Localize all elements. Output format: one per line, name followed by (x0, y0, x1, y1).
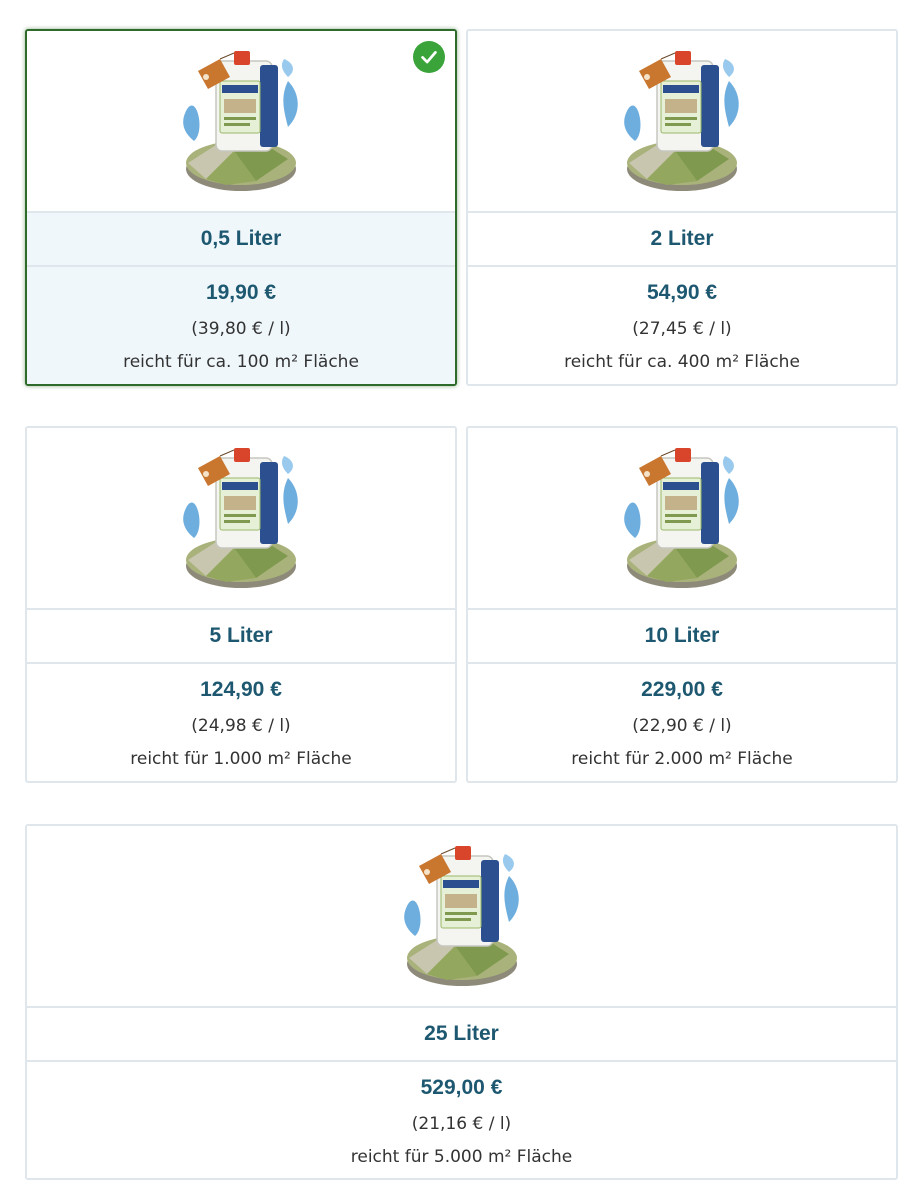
option-coverage: reicht für 5.000 m² Fläche (350, 1147, 573, 1167)
option-price: 529,00 € (420, 1076, 503, 1099)
product-image (617, 41, 747, 201)
option-card-0-5-liter[interactable]: 0,5 Liter 19,90 € (39,80 € / l) reicht f… (25, 29, 457, 386)
product-image (176, 438, 306, 598)
price-area: 229,00 € (22,90 € / l) reicht für 2.000 … (468, 664, 896, 781)
option-unit-price: (27,45 € / l) (632, 319, 732, 339)
check-icon (413, 41, 445, 73)
product-image (397, 836, 527, 996)
option-size-label: 5 Liter (27, 608, 455, 664)
option-price: 229,00 € (641, 678, 723, 701)
price-area: 19,90 € (39,80 € / l) reicht für ca. 100… (27, 267, 455, 384)
option-size-label: 0,5 Liter (27, 211, 455, 267)
option-price: 124,90 € (200, 678, 282, 701)
option-coverage: reicht für ca. 100 m² Fläche (123, 352, 359, 372)
option-price: 54,90 € (646, 281, 718, 304)
option-coverage: reicht für 2.000 m² Fläche (571, 749, 793, 769)
option-size-label: 10 Liter (468, 608, 896, 664)
option-card-25-liter[interactable]: 25 Liter 529,00 € (21,16 € / l) reicht f… (25, 824, 898, 1180)
option-card-2-liter[interactable]: 2 Liter 54,90 € (27,45 € / l) reicht für… (466, 29, 898, 386)
option-coverage: reicht für ca. 400 m² Fläche (564, 352, 800, 372)
product-image (176, 41, 306, 201)
option-unit-price: (22,90 € / l) (632, 716, 732, 736)
option-unit-price: (21,16 € / l) (411, 1114, 512, 1134)
product-image-area (468, 428, 896, 608)
option-unit-price: (39,80 € / l) (191, 319, 291, 339)
option-unit-price: (24,98 € / l) (191, 716, 291, 736)
option-card-5-liter[interactable]: 5 Liter 124,90 € (24,98 € / l) reicht fü… (25, 426, 457, 783)
product-image-area (468, 31, 896, 211)
product-image-area (27, 826, 896, 1006)
option-price: 19,90 € (205, 281, 277, 304)
price-area: 124,90 € (24,98 € / l) reicht für 1.000 … (27, 664, 455, 781)
option-coverage: reicht für 1.000 m² Fläche (130, 749, 352, 769)
option-card-10-liter[interactable]: 10 Liter 229,00 € (22,90 € / l) reicht f… (466, 426, 898, 783)
price-area: 54,90 € (27,45 € / l) reicht für ca. 400… (468, 267, 896, 384)
option-size-label: 2 Liter (468, 211, 896, 267)
price-area: 529,00 € (21,16 € / l) reicht für 5.000 … (27, 1062, 896, 1178)
product-image (617, 438, 747, 598)
product-image-area (27, 428, 455, 608)
product-image-area (27, 31, 455, 211)
option-size-label: 25 Liter (27, 1006, 896, 1062)
